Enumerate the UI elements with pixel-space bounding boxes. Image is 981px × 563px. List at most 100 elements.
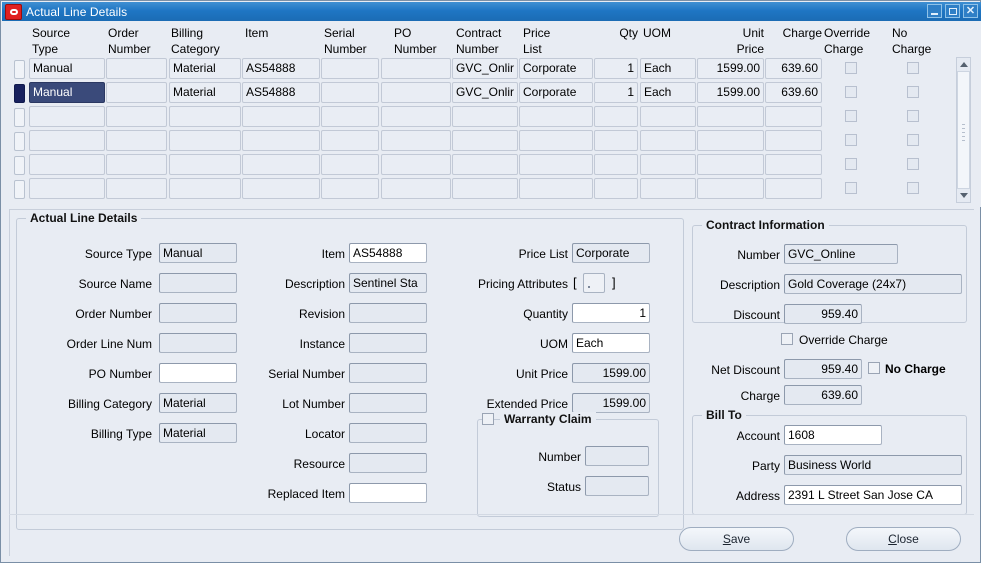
row-selector[interactable] <box>14 180 25 199</box>
column-header-contract-number[interactable]: Contract Number <box>456 25 501 57</box>
source-name-field[interactable] <box>159 273 237 293</box>
cell-source-type[interactable] <box>29 106 105 127</box>
row-selector[interactable] <box>14 84 25 103</box>
cell-checkbox-override-charge[interactable] <box>845 62 857 74</box>
instance-field[interactable] <box>349 333 427 353</box>
cell-billing-category[interactable]: Material <box>169 82 241 103</box>
cell-order-number[interactable] <box>106 58 167 79</box>
column-header-item[interactable]: Item <box>245 25 268 41</box>
cell-unit-price[interactable] <box>697 130 764 151</box>
unit-price-field[interactable]: 1599.00 <box>572 363 650 383</box>
cell-contract-number[interactable] <box>452 106 518 127</box>
cell-serial-number[interactable] <box>321 58 379 79</box>
resource-field[interactable] <box>349 453 427 473</box>
scrollbar-thumb[interactable] <box>957 71 970 189</box>
table-row[interactable]: Manual Material AS54888 GVC_Onlir Corporate 1… <box>2 81 962 104</box>
cell-po-number[interactable] <box>381 58 451 79</box>
replaced-item-field[interactable] <box>349 483 427 503</box>
cell-price-list[interactable] <box>519 130 593 151</box>
bill-to-address-field[interactable]: 2391 L Street San Jose CA <box>784 485 962 505</box>
revision-field[interactable] <box>349 303 427 323</box>
price-list-field[interactable]: Corporate <box>572 243 650 263</box>
cell-order-number[interactable] <box>106 130 167 151</box>
cell-source-type[interactable] <box>29 130 105 151</box>
cell-charge[interactable]: 639.60 <box>765 58 822 79</box>
column-header-serial-number[interactable]: Serial Number <box>324 25 367 57</box>
cell-source-type[interactable] <box>29 178 105 199</box>
table-row[interactable] <box>2 129 962 152</box>
cell-po-number[interactable] <box>381 82 451 103</box>
cell-uom[interactable]: Each <box>640 58 696 79</box>
cell-serial-number[interactable] <box>321 82 379 103</box>
cell-source-type[interactable]: Manual <box>29 58 105 79</box>
cell-checkbox-no-charge[interactable] <box>907 134 919 146</box>
cell-qty[interactable] <box>594 106 638 127</box>
cell-po-number[interactable] <box>381 178 451 199</box>
contract-number-field[interactable]: GVC_Online <box>784 244 898 264</box>
warranty-claim-checkbox[interactable] <box>482 413 494 425</box>
bill-to-party-field[interactable]: Business World <box>784 455 962 475</box>
warranty-number-field[interactable] <box>585 446 649 466</box>
extended-price-field[interactable]: 1599.00 <box>572 393 650 413</box>
cell-uom[interactable] <box>640 106 696 127</box>
cell-checkbox-no-charge[interactable] <box>907 86 919 98</box>
billing-type-field[interactable]: Material <box>159 423 237 443</box>
cell-checkbox-no-charge[interactable] <box>907 62 919 74</box>
cell-po-number[interactable] <box>381 106 451 127</box>
order-line-num-field[interactable] <box>159 333 237 353</box>
cell-order-number[interactable] <box>106 106 167 127</box>
cell-order-number[interactable] <box>106 178 167 199</box>
cell-unit-price[interactable] <box>697 154 764 175</box>
column-header-po-number[interactable]: PO Number <box>394 25 437 57</box>
cell-checkbox-override-charge[interactable] <box>845 182 857 194</box>
cell-serial-number[interactable] <box>321 130 379 151</box>
cell-charge[interactable] <box>765 106 822 127</box>
cell-serial-number[interactable] <box>321 178 379 199</box>
column-header-qty[interactable]: Qty <box>594 25 638 41</box>
row-selector[interactable] <box>14 60 25 79</box>
cell-source-type[interactable] <box>29 154 105 175</box>
uom-field[interactable]: Each <box>572 333 650 353</box>
column-header-price-list[interactable]: Price List <box>523 25 550 57</box>
cell-serial-number[interactable] <box>321 154 379 175</box>
no-charge-checkbox[interactable] <box>868 362 880 374</box>
row-selector[interactable] <box>14 156 25 175</box>
close-button[interactable]: Close <box>846 527 961 551</box>
billing-category-field[interactable]: Material <box>159 393 237 413</box>
cell-qty[interactable] <box>594 178 638 199</box>
item-field[interactable]: AS54888 <box>349 243 427 263</box>
column-header-no-charge[interactable]: No Charge <box>892 25 931 57</box>
cell-qty[interactable] <box>594 130 638 151</box>
lot-number-field[interactable] <box>349 393 427 413</box>
cell-contract-number[interactable]: GVC_Onlir <box>452 58 518 79</box>
table-row[interactable] <box>2 153 962 176</box>
cell-item[interactable] <box>242 154 320 175</box>
cell-billing-category[interactable] <box>169 178 241 199</box>
column-header-order-number[interactable]: Order Number <box>108 25 151 57</box>
cell-contract-number[interactable]: GVC_Onlir <box>452 82 518 103</box>
pricing-attributes-button[interactable] <box>583 273 605 293</box>
cell-checkbox-no-charge[interactable] <box>907 158 919 170</box>
cell-checkbox-no-charge[interactable] <box>907 110 919 122</box>
scroll-down-arrow-icon[interactable] <box>957 189 970 202</box>
warranty-status-field[interactable] <box>585 476 649 496</box>
description-field[interactable]: Sentinel Sta <box>349 273 427 293</box>
cell-contract-number[interactable] <box>452 130 518 151</box>
order-number-field[interactable] <box>159 303 237 323</box>
cell-price-list[interactable] <box>519 178 593 199</box>
cell-unit-price[interactable]: 1599.00 <box>697 58 764 79</box>
column-header-override-charge[interactable]: Override Charge <box>824 25 870 57</box>
cell-uom[interactable]: Each <box>640 82 696 103</box>
source-type-field[interactable]: Manual <box>159 243 237 263</box>
grid-vertical-scrollbar[interactable] <box>956 57 971 203</box>
cell-price-list[interactable]: Corporate <box>519 58 593 79</box>
cell-source-type[interactable]: Manual <box>29 82 105 103</box>
cell-price-list[interactable]: Corporate <box>519 82 593 103</box>
cell-uom[interactable] <box>640 178 696 199</box>
cell-unit-price[interactable] <box>697 106 764 127</box>
cell-serial-number[interactable] <box>321 106 379 127</box>
column-header-charge[interactable]: Charge <box>765 25 822 41</box>
cell-billing-category[interactable]: Material <box>169 58 241 79</box>
cell-checkbox-override-charge[interactable] <box>845 110 857 122</box>
cell-checkbox-override-charge[interactable] <box>845 158 857 170</box>
